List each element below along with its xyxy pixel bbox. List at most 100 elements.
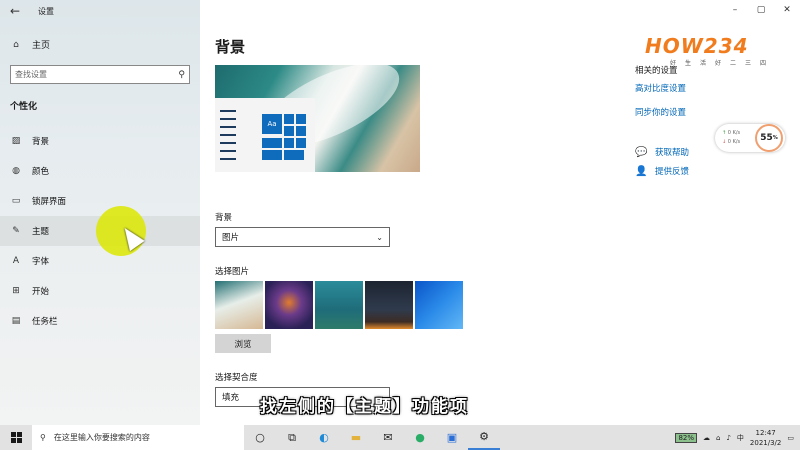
picture-thumbnails — [215, 281, 463, 329]
upload-arrow-icon: ↑ — [722, 130, 727, 136]
mock-line — [220, 142, 236, 144]
minimize-button[interactable]: – — [722, 0, 748, 20]
sidebar-item-label: 主题 — [32, 227, 50, 237]
main-content: – ▢ ✕ 背景 Aa 背景 图片 ⌄ 选择图片 浏览 选择契合度 填充 找左侧… — [200, 0, 800, 425]
edge-browser-icon[interactable]: ◐ — [308, 425, 340, 450]
notification-icon[interactable]: ▭ — [787, 434, 794, 442]
picture-thumbnail-windows[interactable] — [415, 281, 463, 329]
high-contrast-link[interactable]: 高对比度设置 — [635, 82, 686, 94]
sidebar-item-label: 主页 — [32, 41, 51, 51]
background-select[interactable]: 图片 ⌄ — [215, 227, 390, 247]
battery-indicator[interactable]: 82% — [675, 432, 697, 443]
network-speed-widget[interactable]: ↑ 0 K/s ↓ 0 K/s 55% — [715, 124, 785, 152]
wechat-icon[interactable]: ● — [404, 425, 436, 450]
background-select-value: 图片 — [222, 233, 240, 243]
taskbar-search-placeholder: 在这里输入你要搜索的内容 — [53, 433, 150, 442]
chat-bubble-icon: 💬 — [635, 146, 648, 158]
back-arrow-icon[interactable]: ← — [0, 0, 30, 22]
mock-tile — [296, 138, 306, 148]
task-view-icon[interactable]: ⧉ — [276, 425, 308, 450]
clock-date: 2021/3/2 — [749, 438, 782, 447]
sidebar-item-label: 任务栏 — [32, 317, 58, 327]
upload-rate: 0 K/s — [727, 130, 741, 136]
mock-line — [220, 134, 236, 136]
file-explorer-icon[interactable]: ▬ — [340, 425, 372, 450]
system-tray: 82% ☁ ⌂ ♪ 中 12:47 2021/3/2 ▭ — [675, 425, 800, 450]
background-label: 背景 — [215, 213, 233, 223]
section-title: 个性化 — [10, 102, 38, 112]
mock-tile — [284, 150, 304, 160]
clock-time: 12:47 — [755, 428, 776, 437]
watermark-logo: HOW234 — [645, 34, 749, 58]
memory-usage-unit: % — [772, 135, 778, 141]
sidebar-item-background[interactable]: ▨ 背景 — [0, 126, 200, 156]
window-controls: – ▢ ✕ — [722, 0, 800, 20]
picture-thumbnail-underwater[interactable] — [315, 281, 363, 329]
close-button[interactable]: ✕ — [774, 0, 800, 20]
search-icon[interactable]: ⚲ — [178, 70, 185, 80]
choose-picture-label: 选择图片 — [215, 267, 250, 277]
sidebar-item-colors[interactable]: ◍ 颜色 — [0, 156, 200, 186]
palette-icon: ◍ — [12, 166, 20, 176]
mock-line — [220, 158, 236, 160]
fit-label: 选择契合度 — [215, 373, 258, 383]
feedback-label: 提供反馈 — [655, 167, 690, 177]
cortana-icon[interactable]: ○ — [244, 425, 276, 450]
chevron-down-icon: ⌄ — [376, 232, 383, 242]
search-box[interactable]: ⚲ — [10, 65, 190, 84]
mock-line — [220, 150, 236, 152]
sidebar-item-taskbar[interactable]: ▤ 任务栏 — [0, 306, 200, 336]
download-rate: 0 K/s — [727, 139, 741, 145]
sidebar-item-fonts[interactable]: A 字体 — [0, 246, 200, 276]
mock-tile — [284, 126, 294, 136]
taskbar-icon: ▤ — [11, 316, 21, 326]
taskbar-search[interactable]: ⚲ 在这里输入你要搜索的内容 — [32, 425, 244, 450]
watermark-tagline: 好生活好二三四 — [670, 60, 776, 67]
title-bar: ← 设置 — [0, 0, 200, 22]
mock-tile — [296, 114, 306, 124]
fit-select-value: 填充 — [222, 393, 240, 403]
start-icon: ⊞ — [12, 286, 20, 296]
sidebar-item-label: 字体 — [32, 257, 50, 267]
related-settings-title: 相关的设置 — [635, 66, 678, 76]
ime-indicator[interactable]: 中 — [737, 433, 744, 443]
font-icon: A — [12, 256, 20, 266]
download-arrow-icon: ↓ — [722, 139, 727, 145]
feedback-link[interactable]: 👤 提供反馈 — [635, 165, 690, 178]
video-subtitle: 找左侧的【主题】功能项 — [260, 397, 469, 417]
settings-gear-icon[interactable]: ⚙ — [468, 425, 500, 450]
mock-tile — [284, 114, 294, 124]
search-input[interactable] — [15, 70, 165, 79]
get-help-link[interactable]: 💬 获取帮助 — [635, 146, 689, 159]
windows-logo-icon — [10, 432, 22, 443]
sidebar-item-start[interactable]: ⊞ 开始 — [0, 276, 200, 306]
search-icon: ⚲ — [40, 433, 46, 442]
maximize-button[interactable]: ▢ — [748, 0, 774, 20]
brush-icon: ✎ — [12, 226, 20, 236]
picture-thumbnail-night-sky[interactable] — [365, 281, 413, 329]
mock-line — [220, 110, 236, 112]
memory-usage-ring: 55% — [755, 124, 783, 152]
taskbar: ⚲ 在这里输入你要搜索的内容 ○ ⧉ ◐ ▬ ✉ ● ▣ ⚙ 82% ☁ ⌂ ♪… — [0, 425, 800, 450]
sidebar-item-lockscreen[interactable]: ▭ 锁屏界面 — [0, 186, 200, 216]
mock-tile — [284, 138, 294, 148]
settings-sidebar: ← 设置 ⌂ 主页 ⚲ 个性化 ▨ 背景 ◍ 颜色 ▭ 锁屏界面 ✎ 主题 A … — [0, 0, 200, 425]
start-button[interactable] — [0, 425, 32, 450]
wps-icon[interactable]: ▣ — [436, 425, 468, 450]
volume-icon[interactable]: ♪ — [726, 434, 730, 442]
background-preview: Aa — [215, 65, 420, 172]
sidebar-item-home[interactable]: ⌂ 主页 — [10, 38, 51, 52]
network-icon[interactable]: ⌂ — [716, 434, 720, 442]
cloud-icon[interactable]: ☁ — [703, 434, 710, 442]
app-title: 设置 — [38, 6, 54, 16]
mock-tile-text: Aa — [262, 114, 282, 134]
mail-icon[interactable]: ✉ — [372, 425, 404, 450]
sync-settings-link[interactable]: 同步你的设置 — [635, 106, 686, 118]
mock-tile — [262, 138, 282, 148]
browse-button[interactable]: 浏览 — [215, 334, 271, 353]
taskbar-clock[interactable]: 12:47 2021/3/2 — [750, 428, 781, 448]
page-title: 背景 — [215, 38, 246, 56]
sidebar-item-label: 背景 — [32, 137, 50, 147]
picture-thumbnail-art[interactable] — [265, 281, 313, 329]
picture-thumbnail-beach[interactable] — [215, 281, 263, 329]
